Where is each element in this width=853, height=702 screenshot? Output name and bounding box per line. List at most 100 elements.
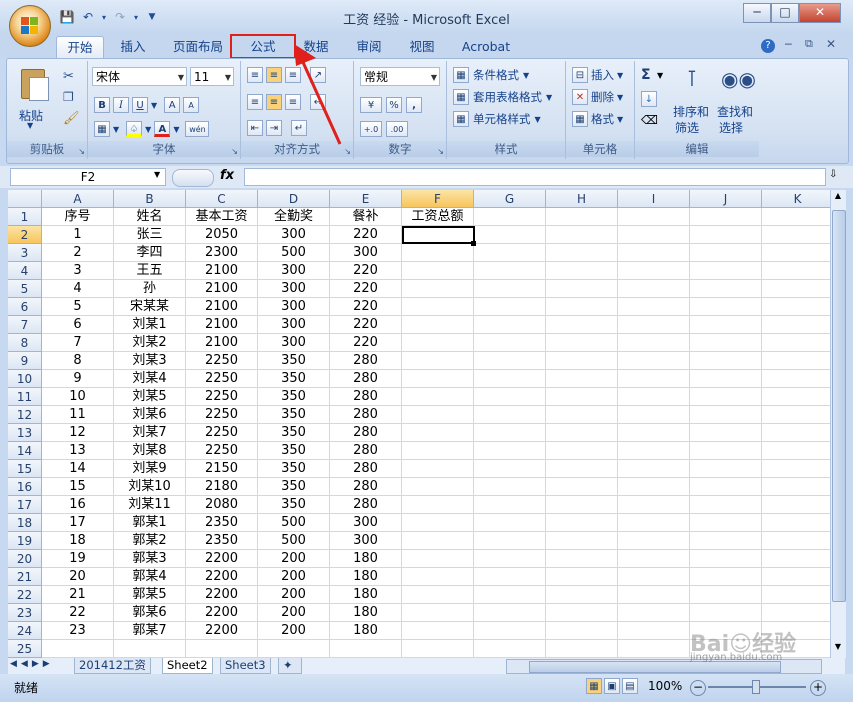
cell-j18[interactable] — [690, 514, 762, 532]
column-header-f[interactable]: F — [402, 190, 474, 208]
tab-view[interactable]: 视图 — [402, 36, 442, 57]
cell-b5[interactable]: 孙 — [114, 280, 186, 298]
cell-g9[interactable] — [474, 352, 546, 370]
copy-icon[interactable]: ❐ — [63, 90, 74, 104]
sheet-tab-1[interactable]: 201412工资 — [74, 658, 151, 674]
cell-d5[interactable]: 300 — [258, 280, 330, 298]
clear-icon[interactable]: ⌫ — [641, 113, 658, 127]
cell-f20[interactable] — [402, 550, 474, 568]
cell-d18[interactable]: 500 — [258, 514, 330, 532]
cell-k1[interactable] — [762, 208, 830, 226]
cell-a24[interactable]: 23 — [42, 622, 114, 640]
cell-g17[interactable] — [474, 496, 546, 514]
cell-b1[interactable]: 姓名 — [114, 208, 186, 226]
cell-j2[interactable] — [690, 226, 762, 244]
zoom-level[interactable]: 100% — [648, 679, 682, 693]
font-color-dropdown-icon[interactable]: ▼ — [173, 125, 179, 134]
cell-d20[interactable]: 200 — [258, 550, 330, 568]
close-button[interactable]: ✕ — [799, 3, 841, 23]
cell-a4[interactable]: 3 — [42, 262, 114, 280]
expand-formula-bar-icon[interactable]: ⇩ — [829, 169, 837, 180]
cell-k10[interactable] — [762, 370, 830, 388]
cell-d16[interactable]: 350 — [258, 478, 330, 496]
cell-g11[interactable] — [474, 388, 546, 406]
scroll-thumb[interactable] — [832, 210, 846, 602]
cell-e2[interactable]: 220 — [330, 226, 402, 244]
ribbon-minimize-icon[interactable]: ─ — [785, 38, 792, 51]
cell-k18[interactable] — [762, 514, 830, 532]
percent-button[interactable]: % — [386, 97, 402, 113]
row-header-6[interactable]: 6 — [8, 298, 42, 316]
cell-h7[interactable] — [546, 316, 618, 334]
font-name-select[interactable]: 宋体 ▼ — [92, 67, 187, 86]
cell-f21[interactable] — [402, 568, 474, 586]
cell-d14[interactable]: 350 — [258, 442, 330, 460]
row-header-20[interactable]: 20 — [8, 550, 42, 568]
cell-f9[interactable] — [402, 352, 474, 370]
sort-filter-label[interactable]: 排序和 — [673, 103, 709, 120]
cell-h23[interactable] — [546, 604, 618, 622]
cell-g25[interactable] — [474, 640, 546, 658]
cell-f8[interactable] — [402, 334, 474, 352]
row-header-12[interactable]: 12 — [8, 406, 42, 424]
cell-j22[interactable] — [690, 586, 762, 604]
tab-acrobat[interactable]: Acrobat — [456, 36, 516, 57]
cell-a23[interactable]: 22 — [42, 604, 114, 622]
decrease-indent-icon[interactable]: ⇤ — [247, 120, 263, 136]
cell-a7[interactable]: 6 — [42, 316, 114, 334]
cell-h15[interactable] — [546, 460, 618, 478]
cell-b21[interactable]: 郭某4 — [114, 568, 186, 586]
cell-i21[interactable] — [618, 568, 690, 586]
cell-h9[interactable] — [546, 352, 618, 370]
cell-i9[interactable] — [618, 352, 690, 370]
format-painter-icon[interactable]: 🖌 — [63, 111, 80, 126]
clipboard-launcher-icon[interactable]: ↘ — [78, 147, 85, 156]
cell-h6[interactable] — [546, 298, 618, 316]
cell-i17[interactable] — [618, 496, 690, 514]
cell-h24[interactable] — [546, 622, 618, 640]
cell-d7[interactable]: 300 — [258, 316, 330, 334]
row-header-13[interactable]: 13 — [8, 424, 42, 442]
cell-a17[interactable]: 16 — [42, 496, 114, 514]
border-icon[interactable]: ▦ — [94, 121, 110, 137]
cell-i18[interactable] — [618, 514, 690, 532]
cell-f10[interactable] — [402, 370, 474, 388]
cell-i16[interactable] — [618, 478, 690, 496]
cell-b23[interactable]: 郭某6 — [114, 604, 186, 622]
cell-j23[interactable] — [690, 604, 762, 622]
cell-b15[interactable]: 刘某9 — [114, 460, 186, 478]
cell-h3[interactable] — [546, 244, 618, 262]
scroll-up-icon[interactable]: ▲ — [832, 191, 844, 205]
row-header-14[interactable]: 14 — [8, 442, 42, 460]
cell-h25[interactable] — [546, 640, 618, 658]
cell-j20[interactable] — [690, 550, 762, 568]
decrease-decimal-button[interactable]: .00 — [386, 121, 408, 137]
cell-k4[interactable] — [762, 262, 830, 280]
cell-j13[interactable] — [690, 424, 762, 442]
formula-input[interactable] — [244, 168, 826, 186]
cell-i8[interactable] — [618, 334, 690, 352]
cell-k7[interactable] — [762, 316, 830, 334]
cell-g7[interactable] — [474, 316, 546, 334]
row-header-2[interactable]: 2 — [8, 226, 42, 244]
cell-c12[interactable]: 2250 — [186, 406, 258, 424]
normal-view-icon[interactable]: ▦ — [586, 678, 602, 694]
cell-e20[interactable]: 180 — [330, 550, 402, 568]
cell-j1[interactable] — [690, 208, 762, 226]
cell-e25[interactable] — [330, 640, 402, 658]
cell-j12[interactable] — [690, 406, 762, 424]
cell-e14[interactable]: 280 — [330, 442, 402, 460]
cell-i19[interactable] — [618, 532, 690, 550]
cell-j8[interactable] — [690, 334, 762, 352]
cell-j10[interactable] — [690, 370, 762, 388]
cell-e23[interactable]: 180 — [330, 604, 402, 622]
worksheet-grid[interactable]: ABCDEFGHIJK 1 2 3 4 5 6 7 8 9 10 11 12 13 14 15 16 17 18 1… — [8, 190, 830, 658]
cell-k17[interactable] — [762, 496, 830, 514]
cell-a18[interactable]: 17 — [42, 514, 114, 532]
cell-g5[interactable] — [474, 280, 546, 298]
row-header-25[interactable]: 25 — [8, 640, 42, 658]
cell-j6[interactable] — [690, 298, 762, 316]
row-header-1[interactable]: 1 — [8, 208, 42, 226]
office-button[interactable] — [9, 5, 51, 47]
cell-f7[interactable] — [402, 316, 474, 334]
